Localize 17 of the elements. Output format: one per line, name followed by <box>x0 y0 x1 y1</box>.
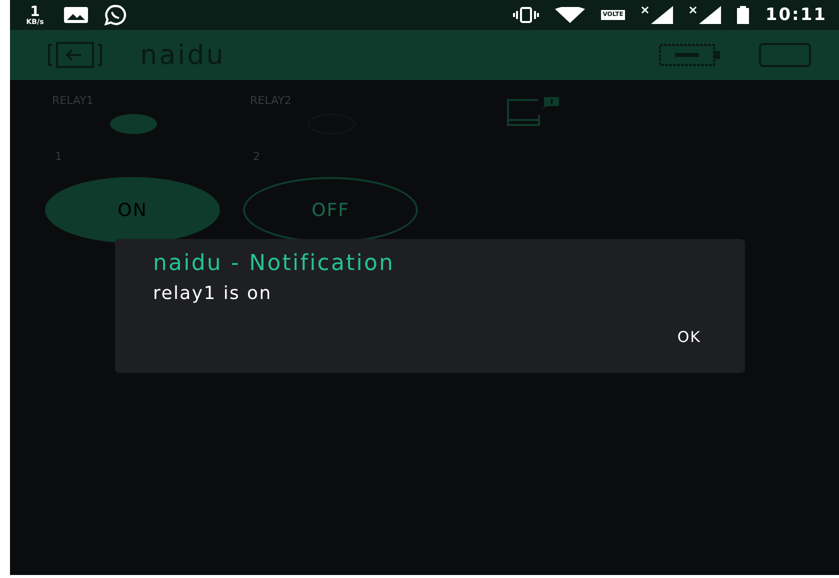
speed-value: 1 <box>30 4 40 18</box>
dialog-message: relay1 is on <box>153 283 273 304</box>
wifi-icon <box>554 7 585 23</box>
dialog-title: naidu - Notification <box>153 251 396 276</box>
signal-icon <box>641 6 674 24</box>
clock-time: 10:11 <box>765 5 827 25</box>
battery-icon[interactable] <box>659 44 721 66</box>
chat-icon <box>104 4 128 26</box>
ok-button[interactable]: OK <box>671 324 707 350</box>
toggle-button[interactable]: ON <box>45 177 220 243</box>
notification-icon <box>504 97 560 127</box>
vibrate-icon <box>512 7 539 23</box>
stop-icon[interactable] <box>759 43 811 67</box>
exit-icon[interactable] <box>48 42 102 68</box>
battery-icon <box>737 6 750 24</box>
image-icon <box>64 7 88 23</box>
signal-icon <box>689 6 722 24</box>
